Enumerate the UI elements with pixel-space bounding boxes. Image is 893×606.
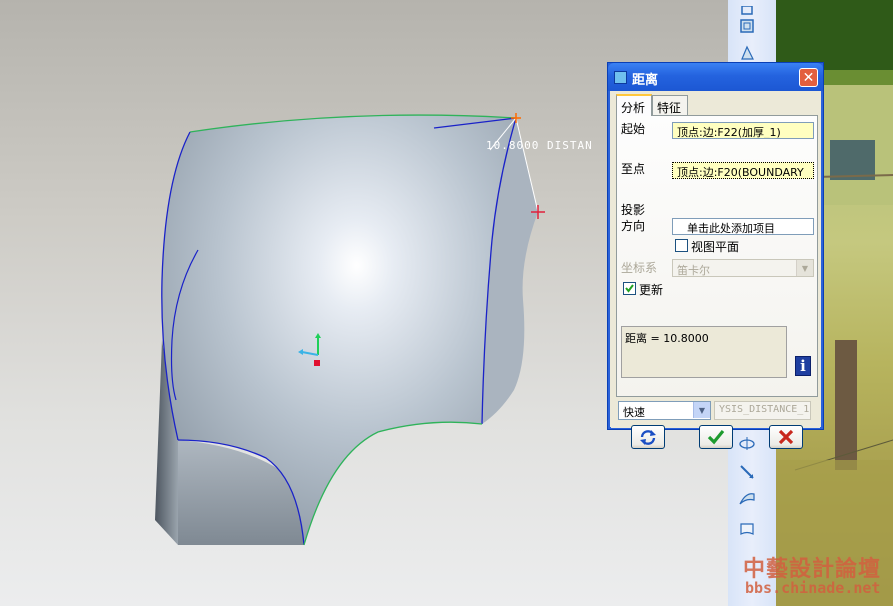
mode-value: 快速 [623,406,645,419]
from-label: 起始 [621,122,646,136]
tab-analysis[interactable]: 分析 [616,94,652,116]
distance-result: 距离 = 10.8000 [625,332,709,345]
window-icon [614,71,627,84]
watermark: 中藝設計論壇 bbs.chinade.net [737,551,887,601]
dialog-titlebar[interactable]: 距离 ✕ [608,63,823,91]
close-icon: ✕ [802,69,815,86]
x-icon [778,429,794,445]
to-field[interactable]: 顶点:边:F20(BOUNDARY [672,162,814,179]
coord-system-value: 笛卡尔 [677,264,710,277]
chevron-down-icon: ▼ [796,260,813,276]
toolbar-edit-icon[interactable] [736,461,758,483]
close-button[interactable]: ✕ [799,68,818,87]
update-label: 更新 [639,283,664,297]
repeat-button[interactable] [631,425,665,449]
coord-system-label: 坐标系 [621,261,658,275]
view-plane-label: 视图平面 [691,240,740,254]
coord-system-select[interactable]: 笛卡尔 ▼ [672,259,814,277]
view-plane-checkbox[interactable] [675,239,688,252]
analysis-name-field[interactable]: YSIS_DISTANCE_1 [714,401,811,420]
projection-label: 投影 [621,203,646,217]
repeat-icon [640,430,656,445]
check-mark-icon [625,284,634,293]
toolbar-sketch-icon[interactable] [736,432,758,454]
info-icon[interactable]: i [795,356,811,376]
toolbar-plane-icon[interactable] [736,15,758,37]
to-label: 至点 [621,162,646,176]
watermark-url: bbs.chinade.net [745,579,881,597]
result-display: 距离 = 10.8000 [621,326,787,378]
check-icon [707,429,725,445]
projection-direction-field[interactable]: 单击此处添加项目 [672,218,814,235]
dimension-label: 10.8000 DISTAN [486,139,593,152]
toolbar-surface-icon[interactable] [736,488,758,510]
toolbar-boundary-icon[interactable] [736,518,758,540]
tab-feature[interactable]: 特征 [652,95,688,115]
mode-select[interactable]: 快速 ▼ [618,401,711,420]
cancel-button[interactable] [769,425,803,449]
analysis-panel: 起始 顶点:边:F22(加厚_1) 至点 顶点:边:F20(BOUNDARY 投… [616,115,818,397]
chevron-down-icon: ▼ [693,402,710,418]
from-field[interactable]: 顶点:边:F22(加厚_1) [672,122,814,139]
dialog-title: 距离 [632,73,659,88]
update-checkbox[interactable] [623,282,636,295]
direction-label: 方向 [621,219,646,233]
toolbar-axis-icon[interactable] [736,42,758,64]
ok-button[interactable] [699,425,733,449]
dialog-body: 分析 特征 起始 顶点:边:F22(加厚_1) 至点 顶点:边:F20(BOUN… [611,91,820,449]
distance-dialog: 距离 ✕ 分析 特征 起始 顶点:边:F22(加厚_1) 至点 顶点:边:F20… [607,62,824,449]
